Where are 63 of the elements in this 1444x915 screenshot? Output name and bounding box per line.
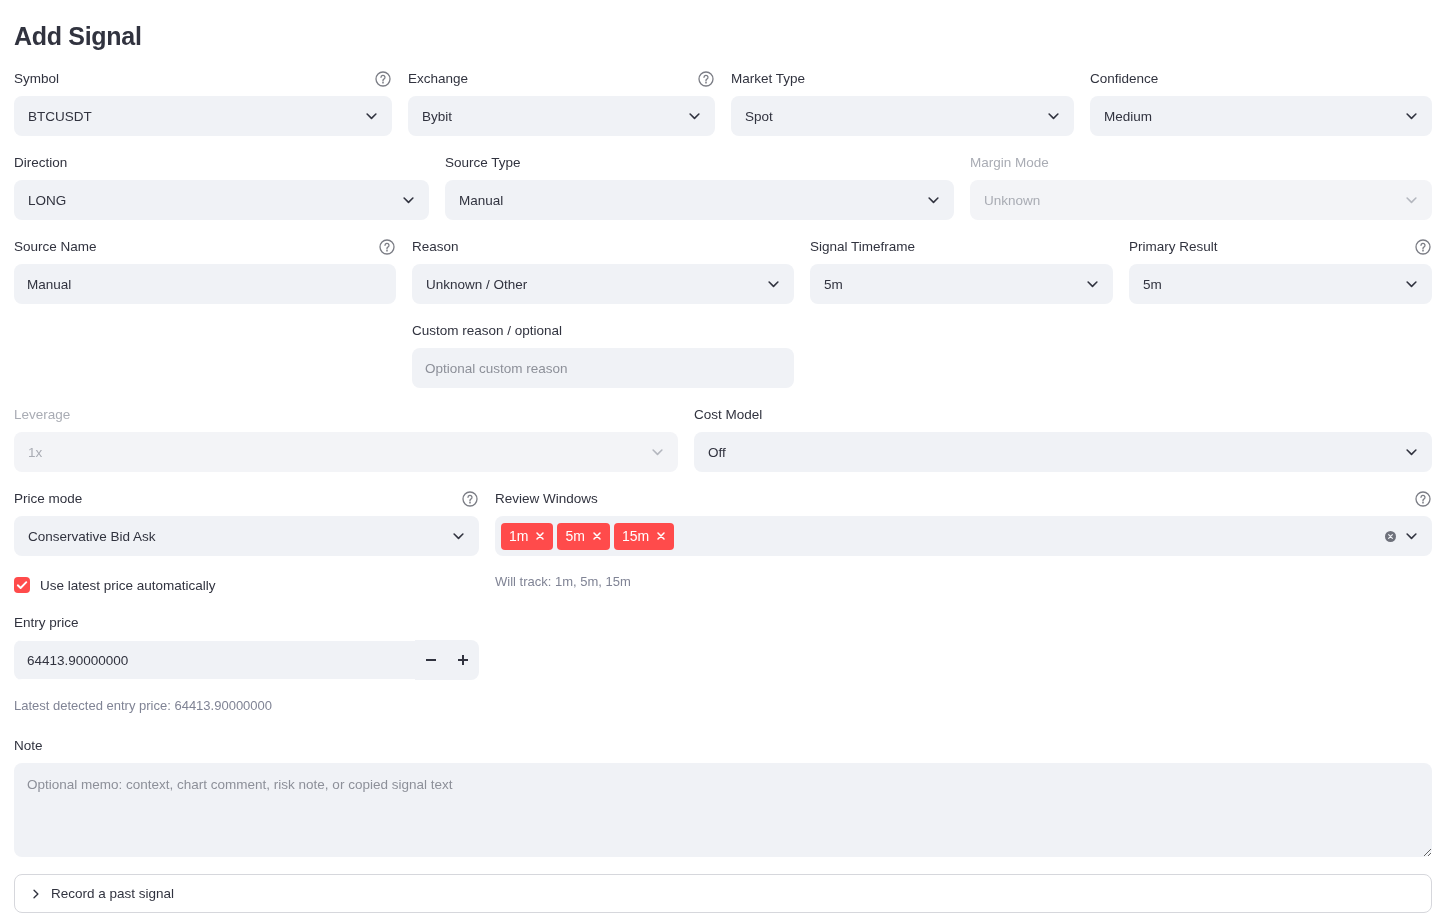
chevron-down-icon	[1406, 280, 1417, 288]
chevron-down-icon	[1087, 280, 1098, 288]
field-label: Exchange	[408, 70, 469, 88]
checkbox-label: Use latest price automatically	[40, 577, 216, 593]
chevron-down-icon	[652, 448, 663, 456]
remove-icon[interactable]	[536, 532, 545, 540]
dropdown[interactable]: Bybit	[408, 96, 715, 136]
dropdown[interactable]: Unknown / Other	[412, 264, 794, 304]
field-label: Margin Mode	[970, 154, 1049, 172]
plus-icon	[458, 655, 468, 665]
text-field[interactable]: Optional custom reason	[412, 348, 794, 388]
dropdown[interactable]: 5m	[1129, 264, 1432, 304]
chevron-down-icon	[366, 112, 377, 120]
chevron-down-icon	[1048, 112, 1059, 120]
field-label: Leverage	[14, 406, 71, 424]
chevron-down-icon	[1406, 112, 1417, 120]
field-label: Price mode	[14, 490, 83, 508]
field-label: Entry price	[14, 614, 79, 632]
remove-icon[interactable]	[657, 532, 666, 540]
tag-label: 15m	[621, 527, 650, 545]
field-label: Primary Result	[1129, 238, 1218, 256]
field-label: Note	[14, 737, 43, 755]
field-label: Cost Model	[694, 406, 763, 424]
dropdown[interactable]: Conservative Bid Ask	[14, 516, 479, 556]
field-label: Confidence	[1090, 70, 1159, 88]
dropdown[interactable]: Medium	[1090, 96, 1432, 136]
chevron-down-icon	[403, 196, 414, 204]
caption-text: Will track: 1m, 5m, 15m	[495, 573, 632, 591]
field-label: Custom reason / optional	[412, 322, 563, 340]
field-label: Signal Timeframe	[810, 238, 916, 256]
checkbox[interactable]	[14, 577, 30, 593]
dropdown[interactable]: Spot	[731, 96, 1074, 136]
chevron-down-icon	[453, 532, 464, 540]
dropdown[interactable]: Off	[694, 432, 1432, 472]
chevron-down-icon	[928, 196, 939, 204]
chevron-down-icon	[689, 112, 700, 120]
dropdown[interactable]: Manual	[445, 180, 954, 220]
dropdown[interactable]: 5m	[810, 264, 1113, 304]
field-label: Symbol	[14, 70, 59, 88]
field-label: Direction	[14, 154, 68, 172]
tag-label: 5m	[565, 527, 585, 545]
dropdown[interactable]: BTCUSDT	[14, 96, 392, 136]
field-label: Reason	[412, 238, 459, 256]
page-title: Add Signal	[14, 21, 143, 52]
chevron-down-icon	[768, 280, 779, 288]
field-label: Source Type	[445, 154, 521, 172]
tag-label: 1m	[509, 527, 529, 545]
caption-text: Latest detected entry price: 64413.90000000	[14, 697, 274, 715]
text-field[interactable]: Manual	[14, 264, 396, 304]
chevron-down-icon	[1406, 448, 1417, 456]
remove-icon[interactable]	[592, 532, 601, 540]
minus-icon	[426, 659, 436, 661]
expander-header[interactable]: Record a past signal	[14, 874, 1432, 913]
chevron-down-icon	[1406, 532, 1417, 540]
number-field[interactable]: 64413.90000000	[14, 640, 415, 680]
field-label: Review Windows	[495, 490, 598, 508]
field-label: Source Name	[14, 238, 97, 256]
dropdown[interactable]: LONG	[14, 180, 429, 220]
chevron-down-icon	[1406, 196, 1417, 204]
note-field[interactable]: Optional memo: context, chart comment, risk note, or copied signal text	[14, 763, 1432, 857]
clear-icon[interactable]	[1385, 530, 1396, 542]
increment-button[interactable]	[447, 640, 479, 680]
field-label: Market Type	[731, 70, 806, 88]
